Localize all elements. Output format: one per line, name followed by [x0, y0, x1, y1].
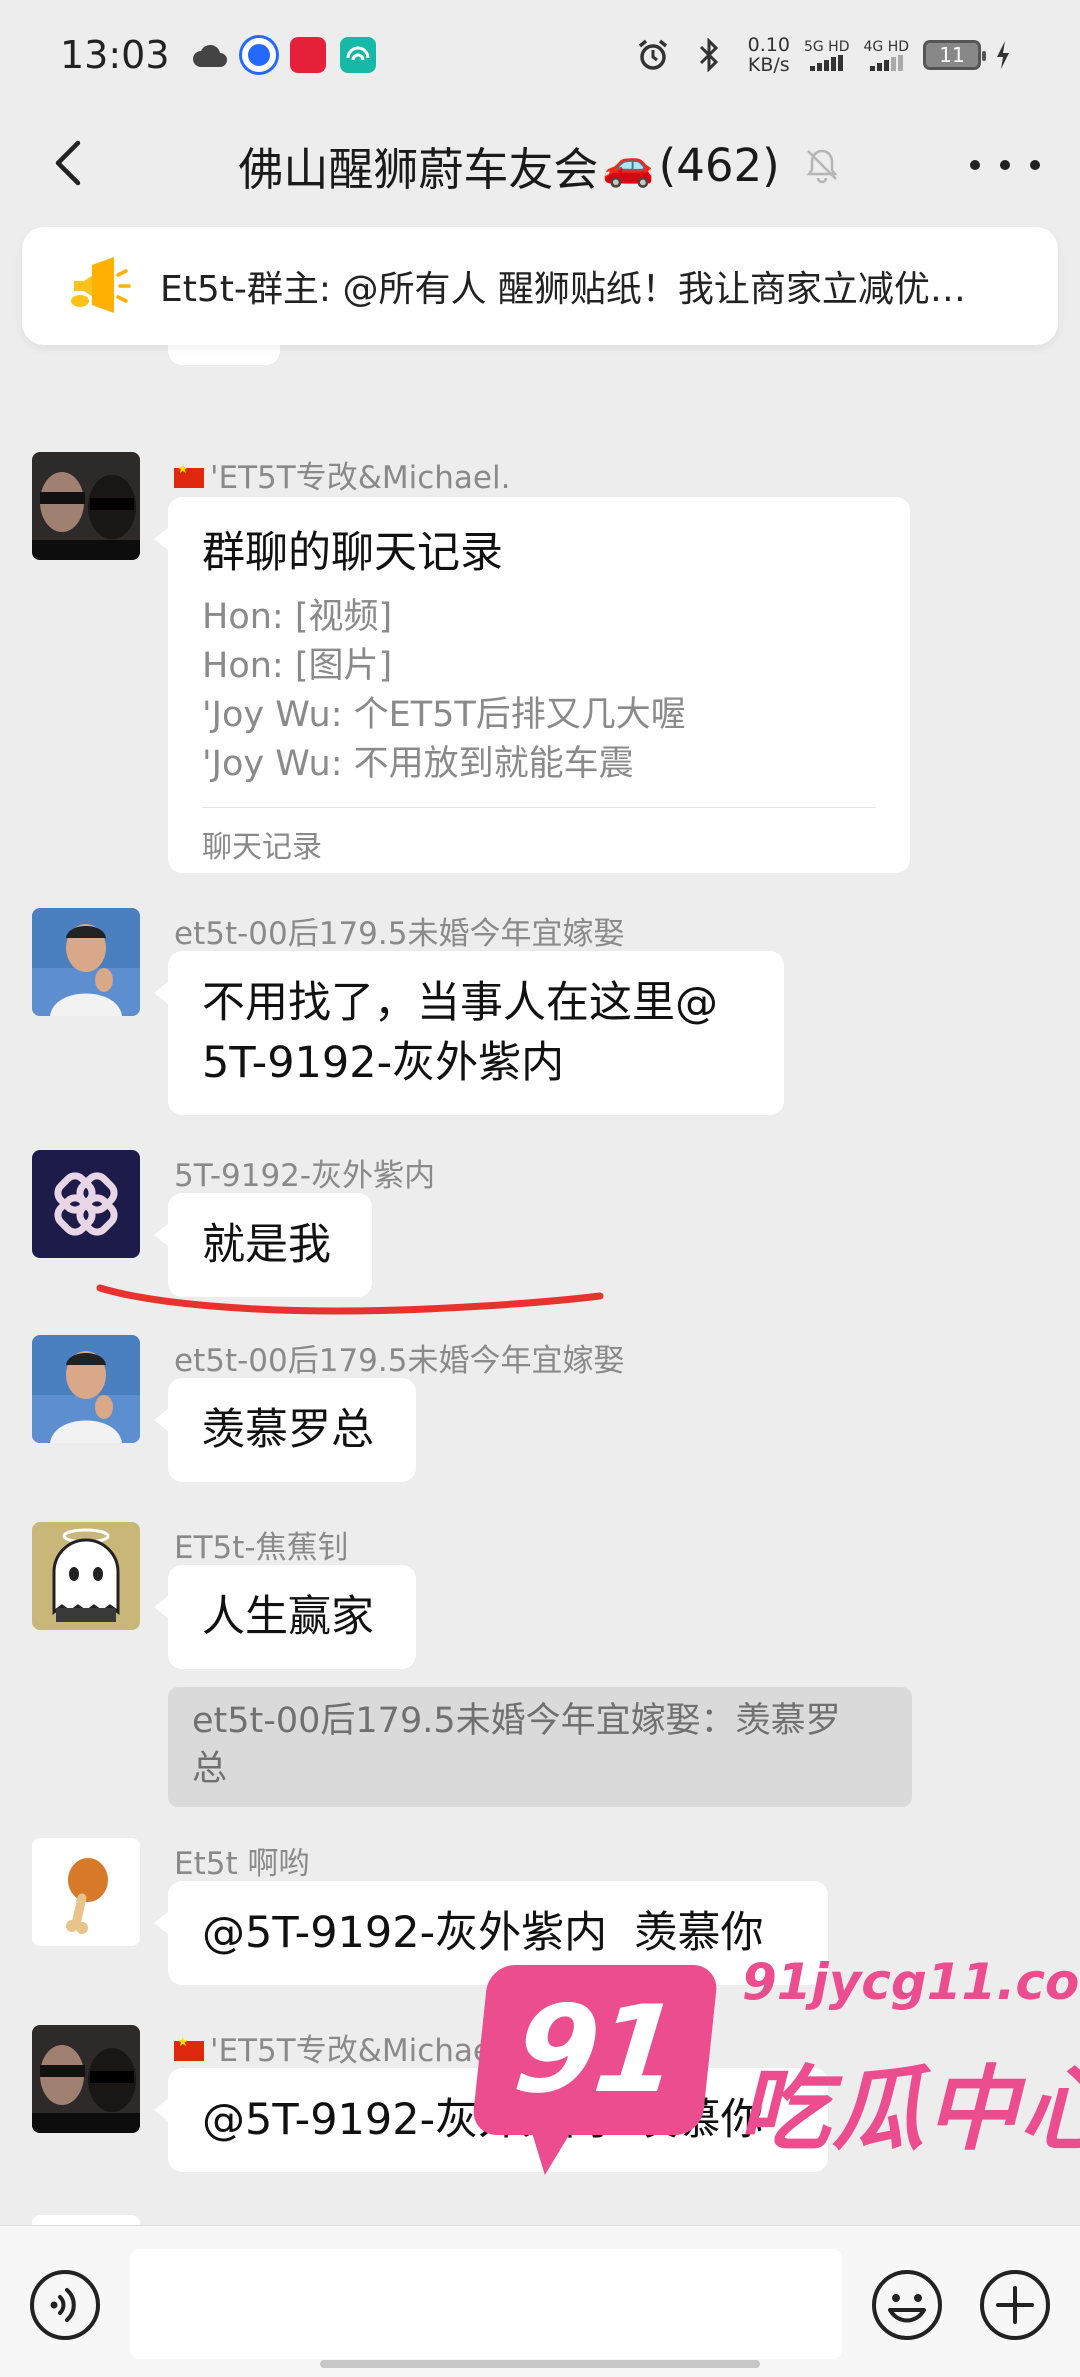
avatar[interactable] [32, 1838, 140, 1946]
partial-message-bubble[interactable] [168, 345, 280, 365]
home-indicator[interactable] [320, 2360, 760, 2368]
bluetooth-icon [698, 38, 720, 72]
sender-name: et5t-00后179.5未婚今年宜嫁娶 [174, 916, 625, 952]
more-functions-plus-icon[interactable] [978, 2268, 1052, 2342]
member-count: (462) [658, 138, 780, 192]
message-bubble[interactable]: 羡慕罗总 [154, 1378, 416, 1482]
status-bar: 13:03 0.10 KB/s 5G HD 4G HD 11 [0, 0, 1080, 110]
message-text-line: 不用找了，当事人在这里@ [202, 978, 718, 1028]
avatar[interactable] [32, 1522, 140, 1630]
message-item: 5T-9192-灰外紫内 就是我 [0, 1150, 1080, 1300]
avatar[interactable] [32, 908, 140, 1016]
watermark-badge: 91 [471, 1965, 719, 2135]
message-bubble[interactable]: 就是我 [154, 1193, 372, 1297]
signal-bars-icon [869, 55, 903, 71]
app-red-notification-icon [289, 37, 326, 73]
chat-record-line: 'Joy Wu: 不用放到就能车震 [202, 744, 634, 784]
chat-record-title: 群聊的聊天记录 [202, 528, 503, 578]
avatar[interactable] [32, 1335, 140, 1443]
app-notification-icon [241, 38, 276, 72]
sender-name: 'ET5T专改&Michael. [174, 452, 510, 497]
china-flag-icon [174, 2035, 204, 2061]
sender-name: 'ET5T专改&Michael. [174, 2025, 510, 2070]
sender-name: 5T-9192-灰外紫内 [174, 1158, 436, 1194]
message-item: 'ET5T专改&Michael. 群聊的聊天记录 Hon: [视频] Hon: … [0, 452, 1080, 873]
divider [202, 807, 876, 808]
group-title: 佛山醒狮蔚车友会 🚗 (462) [238, 133, 779, 198]
network-speed: 0.10 KB/s [747, 34, 790, 76]
voice-input-icon[interactable] [28, 2268, 102, 2342]
message-bubble[interactable]: 不用找了，当事人在这里@ 5T-9192-灰外紫内 [154, 951, 784, 1115]
chat-record-line: 'Joy Wu: 个ET5T后排又几大喔 [202, 695, 686, 735]
signal-sim1: 5G HD [804, 39, 849, 71]
more-options-icon[interactable] [970, 135, 1040, 195]
pinned-text: Et5t-群主: @所有人 醒狮贴纸！我让商家立减优… [160, 269, 966, 310]
pinned-announcement[interactable]: Et5t-群主: @所有人 醒狮贴纸！我让商家立减优… [22, 227, 1058, 345]
emoji-icon[interactable] [870, 2268, 944, 2342]
avatar[interactable] [32, 1150, 140, 1258]
chat-record-footer: 聊天记录 [202, 830, 322, 865]
charging-icon [995, 40, 1011, 70]
quoted-text-line: 总 [192, 1749, 228, 1789]
chat-header: 佛山醒狮蔚车友会 🚗 (462) [0, 115, 1080, 215]
alarm-icon [636, 38, 670, 72]
watermark-url: 91jycg11.com [742, 1953, 1080, 2011]
sender-name: et5t-00后179.5未婚今年宜嫁娶 [174, 1343, 625, 1379]
back-arrow-icon[interactable] [40, 133, 100, 193]
china-flag-icon [174, 462, 204, 488]
car-emoji: 🚗 [602, 140, 655, 189]
avatar[interactable] [32, 452, 140, 560]
status-time: 13:03 [60, 33, 170, 77]
chat-record-line: Hon: [视频] [202, 597, 393, 637]
quoted-message[interactable]: et5t-00后179.5未婚今年宜嫁娶：羡慕罗 总 [168, 1687, 912, 1807]
watermark: 91 91jycg11.com 吃瓜中心 [470, 1935, 1080, 2175]
cloud-icon [192, 41, 228, 69]
muted-bell-icon [806, 149, 838, 184]
chat-record-card[interactable]: 群聊的聊天记录 Hon: [视频] Hon: [图片] 'Joy Wu: 个ET… [154, 497, 910, 873]
battery-icon: 11 [923, 40, 986, 70]
watermark-name: 吃瓜中心 [738, 2056, 1080, 2163]
message-text-line: 5T-9192-灰外紫内 [202, 1038, 565, 1088]
announcement-speaker-icon [71, 257, 131, 313]
sender-name: ET5t-焦蕉钊 [174, 1530, 349, 1566]
message-bubble[interactable]: 人生赢家 [154, 1565, 416, 1669]
message-item: et5t-00后179.5未婚今年宜嫁娶 不用找了，当事人在这里@ 5T-919… [0, 908, 1080, 1115]
sender-name: Et5t 啊哟 [174, 1846, 310, 1882]
message-input[interactable] [130, 2249, 842, 2359]
quoted-text-line: et5t-00后179.5未婚今年宜嫁娶：羡慕罗 [192, 1701, 841, 1741]
message-item: ET5t-焦蕉钊 人生赢家 et5t-00后179.5未婚今年宜嫁娶：羡慕罗 总 [0, 1522, 1080, 1807]
signal-sim2: 4G HD [863, 39, 909, 71]
chat-record-line: Hon: [图片] [202, 646, 393, 686]
signal-bars-icon [810, 55, 844, 71]
message-item: et5t-00后179.5未婚今年宜嫁娶 羡慕罗总 [0, 1335, 1080, 1485]
avatar[interactable] [32, 2025, 140, 2133]
avatar[interactable] [32, 2215, 140, 2225]
app-teal-notification-icon [339, 37, 376, 73]
group-name: 佛山醒狮蔚车友会 [238, 142, 599, 196]
input-bar [0, 2225, 1080, 2377]
